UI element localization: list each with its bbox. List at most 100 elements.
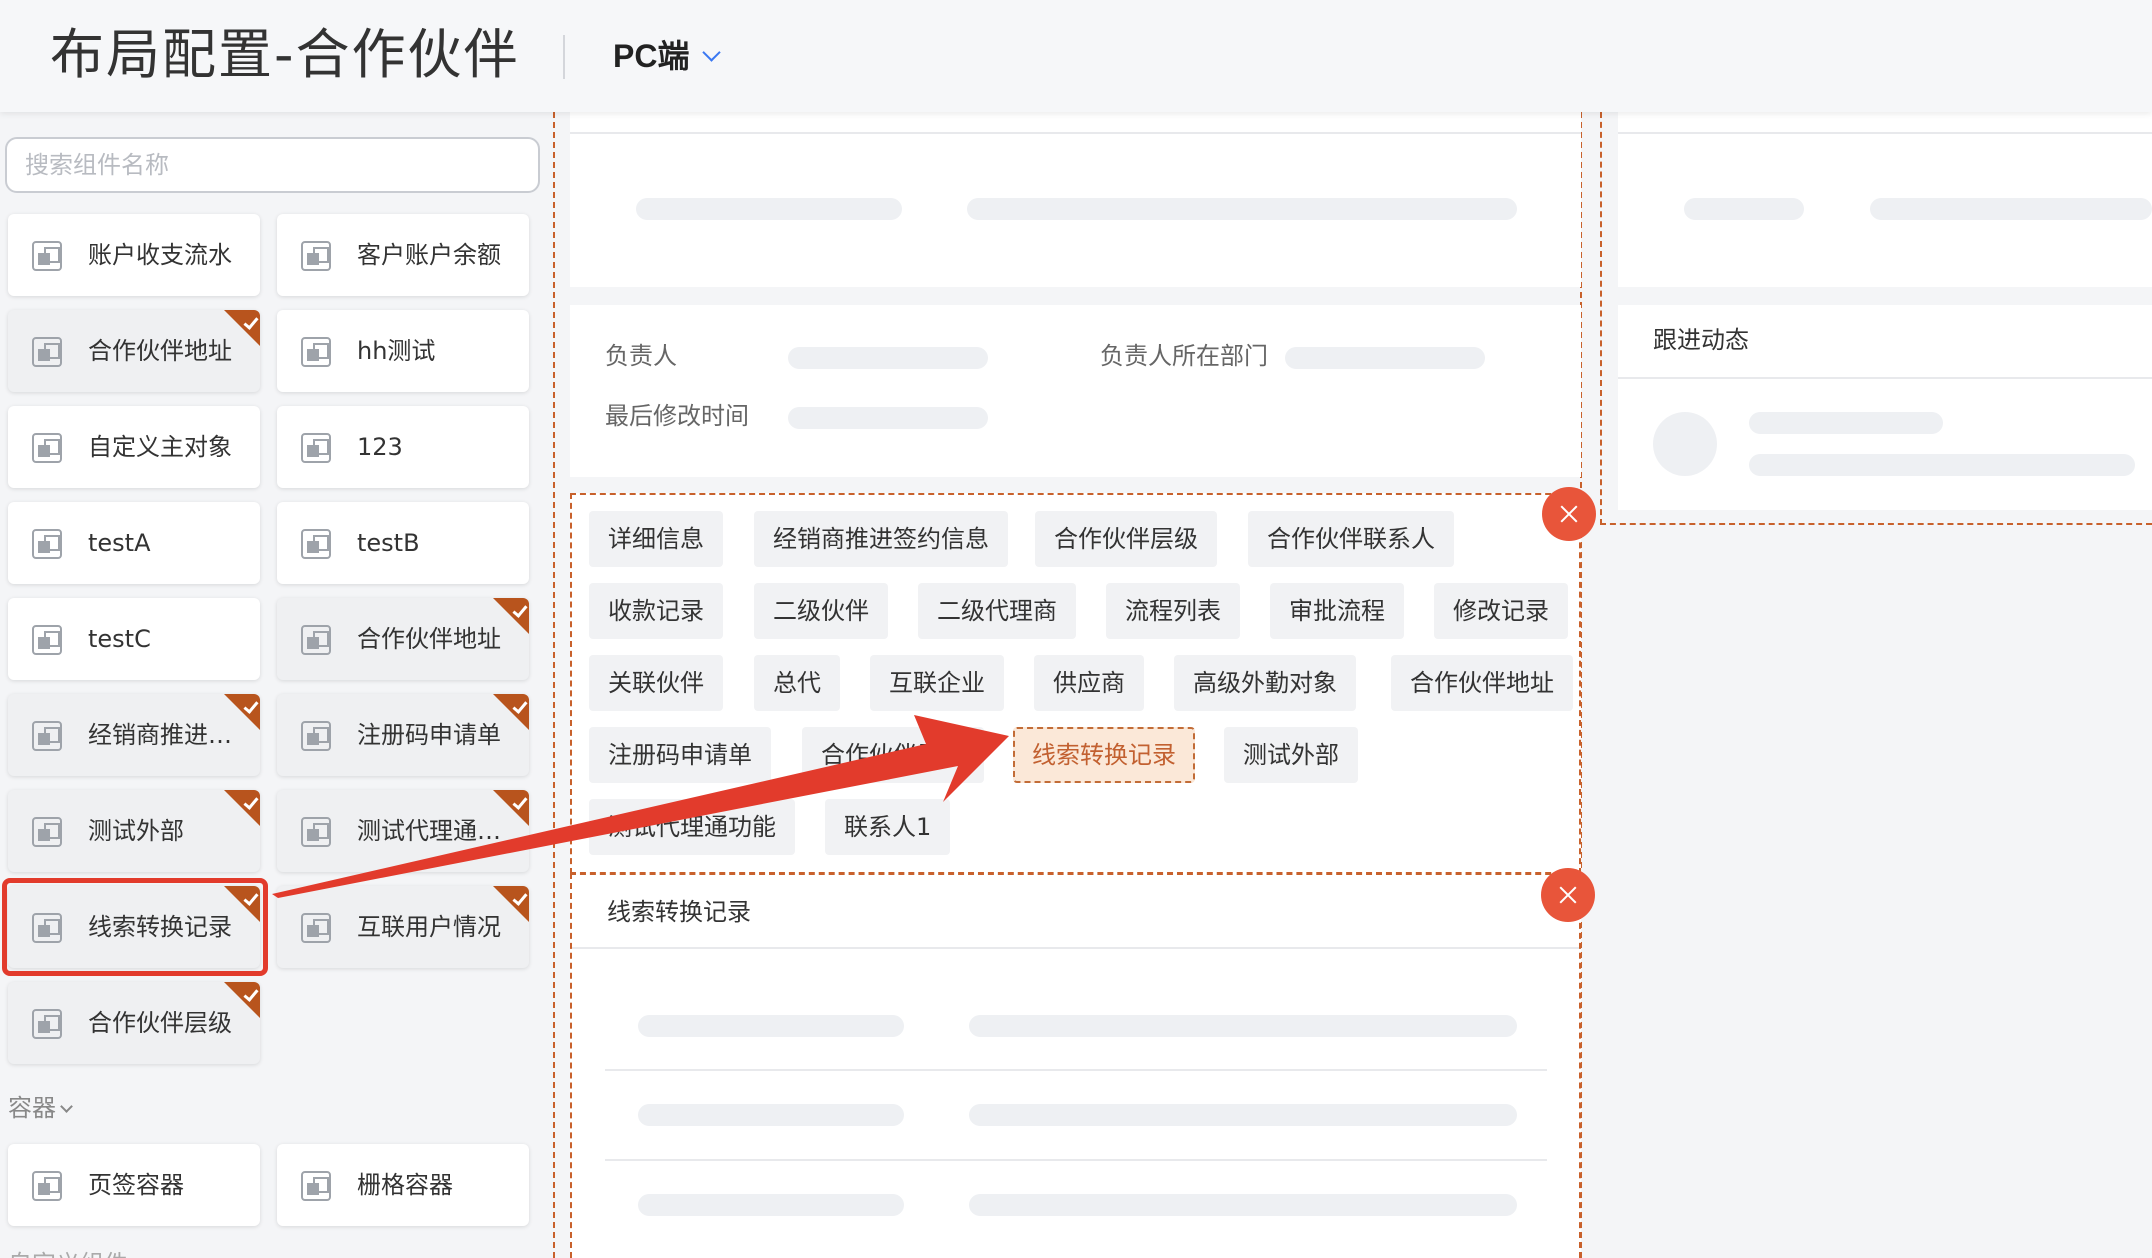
- divider: [570, 132, 1581, 134]
- component-card[interactable]: hh测试: [277, 310, 529, 392]
- skeleton-bar: [967, 198, 1517, 220]
- component-card[interactable]: 互联用户情况: [277, 886, 529, 968]
- tab-item[interactable]: 总代: [754, 655, 840, 711]
- tab-item[interactable]: 注册码申请单: [589, 727, 771, 783]
- divider: [572, 947, 1579, 949]
- component-label: 注册码申请单: [357, 721, 501, 749]
- tab-item[interactable]: 收款记录: [589, 583, 723, 639]
- used-corner-marker: [493, 694, 529, 730]
- component-icon: [301, 625, 331, 655]
- tab-item[interactable]: 测试外部: [1224, 727, 1358, 783]
- check-icon: [512, 794, 528, 810]
- component-card[interactable]: 测试外部: [8, 790, 260, 872]
- component-card[interactable]: testB: [277, 502, 529, 584]
- component-label: 测试代理通…: [357, 817, 501, 845]
- platform-selector[interactable]: PC端: [613, 34, 722, 78]
- remove-component-button[interactable]: [1541, 868, 1595, 922]
- field-label-last-modified: 最后修改时间: [605, 402, 749, 430]
- component-card[interactable]: 合作伙伴层级: [8, 982, 260, 1064]
- component-card[interactable]: 123: [277, 406, 529, 488]
- check-icon: [512, 890, 528, 906]
- tab-item-active[interactable]: 线索转换记录: [1013, 727, 1195, 783]
- page-header: 布局配置-合作伙伴 PC端: [0, 0, 2152, 112]
- used-corner-marker: [224, 982, 260, 1018]
- tab-item[interactable]: 合作伙伴层级: [802, 727, 984, 783]
- tab-item[interactable]: 二级伙伴: [754, 583, 888, 639]
- tab-item[interactable]: 合作伙伴地址: [1391, 655, 1573, 711]
- check-icon: [243, 314, 259, 330]
- divider: [605, 1069, 1547, 1071]
- skeleton-bar: [1285, 347, 1485, 369]
- component-card[interactable]: 合作伙伴地址: [277, 598, 529, 680]
- component-label: 测试外部: [88, 817, 184, 845]
- component-card[interactable]: testC: [8, 598, 260, 680]
- tab-item[interactable]: 供应商: [1034, 655, 1144, 711]
- component-card[interactable]: 注册码申请单: [277, 694, 529, 776]
- tab-item[interactable]: 修改记录: [1434, 583, 1568, 639]
- tab-item[interactable]: 联系人1: [825, 799, 951, 855]
- container-section-toggle[interactable]: 容器: [8, 1088, 73, 1123]
- tab-item[interactable]: 流程列表: [1106, 583, 1240, 639]
- right-placeholder-card: [1618, 112, 2152, 287]
- component-label: 123: [357, 433, 403, 461]
- component-label: 客户账户余额: [357, 241, 501, 269]
- tab-item[interactable]: 合作伙伴层级: [1035, 511, 1217, 567]
- used-corner-marker: [493, 598, 529, 634]
- platform-label: PC端: [613, 38, 690, 74]
- component-icon: [32, 1171, 62, 1201]
- right-column-border-bottom: [1600, 523, 2152, 525]
- component-icon: [301, 1171, 331, 1201]
- skeleton-bar: [638, 1104, 904, 1126]
- container-section-label: 容器: [8, 1094, 56, 1122]
- remove-tabs-button[interactable]: [1542, 487, 1596, 541]
- component-card[interactable]: 客户账户余额: [277, 214, 529, 296]
- component-card[interactable]: 账户收支流水: [8, 214, 260, 296]
- used-corner-marker: [224, 790, 260, 826]
- tab-item[interactable]: 互联企业: [870, 655, 1004, 711]
- component-label: 合作伙伴地址: [357, 625, 501, 653]
- skeleton-bar: [638, 1194, 904, 1216]
- tab-item[interactable]: 合作伙伴联系人: [1248, 511, 1454, 567]
- component-icon: [32, 241, 62, 271]
- component-icon: [301, 529, 331, 559]
- component-label: 自定义主对象: [88, 433, 232, 461]
- component-search-input[interactable]: [5, 137, 540, 193]
- tab-item[interactable]: 关联伙伴: [589, 655, 723, 711]
- component-card[interactable]: 合作伙伴地址: [8, 310, 260, 392]
- component-library-panel: 账户收支流水 客户账户余额 合作伙伴地址 hh测试 自定义主对象 123 tes…: [0, 112, 550, 1258]
- component-card[interactable]: 经销商推进…: [8, 694, 260, 776]
- component-label: 页签容器: [88, 1171, 184, 1199]
- tab-item[interactable]: 高级外勤对象: [1174, 655, 1356, 711]
- component-label: 互联用户情况: [357, 913, 501, 941]
- custom-section-label: 自定义组件: [8, 1244, 128, 1258]
- dropped-component-zone[interactable]: 线索转换记录: [570, 873, 1581, 1258]
- used-corner-marker: [224, 310, 260, 346]
- main-column-border-left: [553, 112, 555, 1258]
- component-card[interactable]: 自定义主对象: [8, 406, 260, 488]
- tab-item[interactable]: 二级代理商: [918, 583, 1076, 639]
- field-label-owner-dept: 负责人所在部门: [1100, 342, 1268, 370]
- skeleton-bar: [788, 407, 988, 429]
- tab-item[interactable]: 经销商推进签约信息: [754, 511, 1008, 567]
- component-icon: [301, 721, 331, 751]
- component-card[interactable]: 页签容器: [8, 1144, 260, 1226]
- component-card[interactable]: testA: [8, 502, 260, 584]
- component-label: 账户收支流水: [88, 241, 232, 269]
- component-label: testC: [88, 625, 151, 653]
- component-icon: [32, 625, 62, 655]
- tab-item[interactable]: 详细信息: [589, 511, 723, 567]
- component-card[interactable]: 测试代理通…: [277, 790, 529, 872]
- component-label: testB: [357, 529, 420, 557]
- used-corner-marker: [493, 886, 529, 922]
- divider: [1618, 132, 2152, 134]
- page-title: 布局配置-合作伙伴: [50, 23, 520, 86]
- component-icon: [301, 433, 331, 463]
- right-column-border-left: [1600, 112, 1602, 525]
- tabs-container-zone[interactable]: 详细信息 经销商推进签约信息 合作伙伴层级 合作伙伴联系人 收款记录 二级伙伴 …: [570, 493, 1581, 874]
- tab-item[interactable]: 测试代理通功能: [589, 799, 795, 855]
- component-label: 经销商推进…: [88, 721, 232, 749]
- component-card[interactable]: 栅格容器: [277, 1144, 529, 1226]
- tab-item[interactable]: 审批流程: [1270, 583, 1404, 639]
- skeleton-bar: [969, 1015, 1517, 1037]
- used-corner-marker: [224, 694, 260, 730]
